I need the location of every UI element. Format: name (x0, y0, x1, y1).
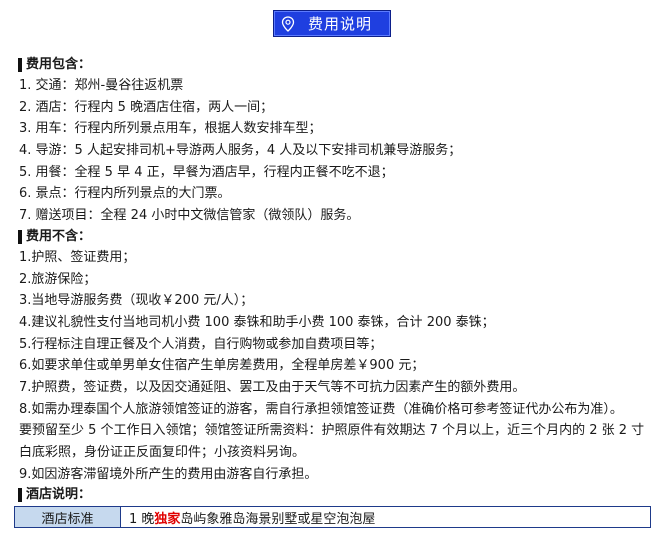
excluded-item: 4.建议礼貌性支付当地司机小费 100 泰铢和助手小费 100 泰铢，合计 20… (19, 314, 495, 330)
hotel-section-title: 酒店说明： (18, 485, 654, 505)
fee-content: 费用包含： 1. 交通：郑州-曼谷往返机票 2. 酒店：行程内 5 晚酒店住宿，… (14, 55, 654, 529)
excluded-item: 5.行程标注自理正餐及个人消费，自行购物或参加自费项目等； (19, 336, 383, 352)
excluded-section-title: 费用不含： (18, 227, 654, 247)
hotel-standard-row: 酒店标准 1 晚独家 岛屿象雅岛海景别墅或星空泡泡屋 (14, 506, 651, 529)
included-item: 6. 景点：行程内所列景点的大门票。 (19, 186, 231, 202)
excluded-item: 1.护照、签证费用； (19, 249, 136, 265)
excluded-item: 3.当地导游服务费（现收￥200 元/人）； (19, 293, 254, 309)
hotel-title-text: 酒店说明： (26, 487, 92, 503)
included-item: 4. 导游：5 人起安排司机+导游两人服务，4 人及以下安排司机兼导游服务； (19, 143, 462, 159)
included-item: 1. 交通：郑州-曼谷往返机票 (19, 78, 184, 93)
fee-description-header: 费用说明 (273, 10, 391, 37)
hotel-standard-value: 1 晚独家 岛屿象雅岛海景别墅或星空泡泡屋 (121, 507, 650, 528)
section-marker (18, 229, 22, 244)
included-item: 2. 酒店：行程内 5 晚酒店住宿，两人一间； (19, 99, 274, 115)
excluded-item: 2.旅游保险； (19, 271, 97, 287)
hotel-value-prefix: 1 晚 (129, 511, 155, 527)
included-section-title: 费用包含： (18, 55, 654, 75)
header: 费用说明 (0, 10, 664, 37)
included-item: 3. 用车：行程内所列景点用车，根据人数安排车型； (19, 121, 322, 137)
excluded-item-continuation: 白底彩照，身份证正反面复印件；小孩资料另询。 (19, 445, 306, 460)
section-marker (18, 58, 22, 72)
included-item: 5. 用餐：全程 5 早 4 正，早餐为酒店早，行程内正餐不吃不退； (19, 164, 394, 180)
location-pin-icon (280, 15, 296, 32)
excluded-item: 9.如因游客滞留境外所产生的费用由游客自行承担。 (19, 466, 318, 482)
excluded-item: 8.如需办理泰国个人旅游领馆签证的游客，需自行承担领馆签证费（准确价格可参考签证… (19, 401, 623, 417)
included-item: 7. 赠送项目：全程 24 小时中文微信管家（微领队）服务。 (19, 208, 360, 224)
hotel-value-suffix: 岛屿象雅岛海景别墅或星空泡泡屋 (180, 511, 376, 527)
header-title: 费用说明 (308, 15, 373, 33)
excluded-item: 7.护照费，签证费，以及因交通延阻、罢工及由于天气等不可抗力因素产生的额外费用。 (19, 379, 526, 395)
hotel-standard-label: 酒店标准 (15, 507, 121, 528)
excluded-item: 6.如要求单住或单男单女住宿产生单房差费用，全程单房差￥900 元； (19, 358, 425, 374)
excluded-item-continuation: 要预留至少 5 个工作日入领馆；领馆签证所需资料：护照原件有效期达 7 个月以上… (19, 423, 645, 439)
section-marker (18, 488, 22, 503)
included-title-text: 费用包含： (26, 57, 92, 72)
hotel-value-highlight: 独家 (154, 511, 181, 527)
excluded-title-text: 费用不含： (26, 228, 92, 244)
